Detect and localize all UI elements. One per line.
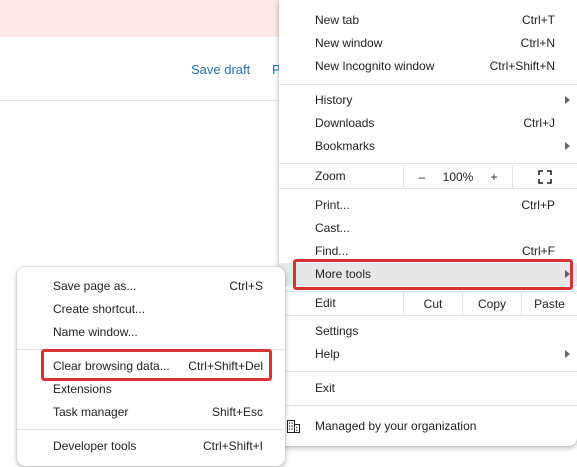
save-draft-link[interactable]: Save draft — [191, 62, 250, 77]
menu-item-label: Cast... — [315, 221, 350, 235]
chevron-right-icon — [565, 350, 570, 358]
menu-item-label: Extensions — [53, 382, 112, 396]
fullscreen-button[interactable] — [512, 165, 577, 188]
highlight-clear-browsing-data — [41, 349, 272, 381]
cut-button[interactable]: Cut — [403, 292, 462, 315]
menu-item-cast[interactable]: Cast... — [279, 217, 577, 240]
menu-item-label: New Incognito window — [315, 59, 435, 73]
zoom-level: 100% — [442, 169, 474, 184]
chevron-right-icon — [565, 142, 570, 150]
menu-item-settings[interactable]: Settings — [279, 320, 577, 343]
zoom-controls: – 100% + — [403, 165, 577, 188]
menu-separator — [279, 371, 577, 372]
menu-item-create-shortcut[interactable]: Create shortcut... — [17, 298, 285, 321]
menu-item-save-page[interactable]: Save page as... Ctrl+S — [17, 275, 285, 298]
menu-item-label: Managed by your organization — [315, 419, 477, 433]
menu-item-shortcut: Ctrl+S — [229, 279, 263, 293]
menu-item-new-tab[interactable]: New tab Ctrl+T — [279, 9, 577, 32]
menu-separator — [279, 188, 577, 189]
menu-item-label: Edit — [315, 296, 336, 310]
menu-item-downloads[interactable]: Downloads Ctrl+J — [279, 112, 577, 135]
menu-item-label: Zoom — [315, 169, 346, 183]
menu-item-exit[interactable]: Exit — [279, 377, 577, 400]
menu-item-label: Task manager — [53, 405, 129, 419]
menu-item-extensions[interactable]: Extensions — [17, 378, 285, 401]
edit-controls: Cut Copy Paste — [403, 292, 577, 315]
highlight-more-tools — [293, 259, 573, 290]
menu-item-edit: Edit Cut Copy Paste — [279, 292, 577, 315]
menu-item-label: Create shortcut... — [53, 302, 146, 316]
menu-item-help[interactable]: Help — [279, 343, 577, 366]
menu-item-shortcut: Ctrl+F — [522, 244, 555, 258]
menu-item-label: Name window... — [53, 325, 138, 339]
menu-separator — [279, 405, 577, 406]
menu-item-shortcut: Ctrl+Shift+I — [202, 439, 263, 453]
chrome-main-menu: New tab Ctrl+T New window Ctrl+N New Inc… — [279, 0, 577, 446]
menu-item-label: New window — [315, 36, 383, 50]
menu-item-zoom: Zoom – 100% + — [279, 165, 577, 188]
copy-button[interactable]: Copy — [462, 292, 521, 315]
menu-item-print[interactable]: Print... Ctrl+P — [279, 194, 577, 217]
menu-item-name-window[interactable]: Name window... — [17, 321, 285, 344]
menu-item-shortcut: Ctrl+P — [521, 198, 555, 212]
menu-item-label: Settings — [315, 324, 359, 338]
menu-item-managed[interactable]: Managed by your organization — [279, 415, 577, 438]
menu-item-label: Help — [315, 347, 340, 361]
menu-separator — [17, 429, 285, 430]
menu-item-label: Downloads — [315, 116, 375, 130]
menu-item-label: Bookmarks — [315, 139, 376, 153]
paste-button[interactable]: Paste — [521, 292, 577, 315]
menu-item-developer-tools[interactable]: Developer tools Ctrl+Shift+I — [17, 435, 285, 458]
menu-item-label: History — [315, 93, 353, 107]
menu-item-new-incognito[interactable]: New Incognito window Ctrl+Shift+N — [279, 55, 577, 78]
menu-separator — [279, 163, 577, 164]
fullscreen-icon — [538, 169, 552, 184]
zoom-in-button[interactable]: + — [476, 165, 512, 188]
menu-separator — [279, 315, 577, 316]
menu-item-label: Find... — [315, 244, 349, 258]
menu-item-shortcut: Ctrl+J — [523, 116, 555, 130]
menu-item-label: Save page as... — [53, 279, 137, 293]
menu-item-history[interactable]: History — [279, 89, 577, 112]
menu-item-shortcut: Ctrl+N — [520, 36, 555, 50]
menu-item-label: Developer tools — [53, 439, 137, 453]
menu-item-label: New tab — [315, 13, 360, 27]
menu-item-bookmarks[interactable]: Bookmarks — [279, 135, 577, 158]
building-icon — [287, 420, 300, 433]
menu-item-task-manager[interactable]: Task manager Shift+Esc — [17, 401, 285, 424]
menu-item-label: Print... — [315, 198, 350, 212]
menu-item-shortcut: Ctrl+T — [522, 13, 555, 27]
chevron-right-icon — [565, 96, 570, 104]
zoom-out-button[interactable]: – — [403, 165, 440, 188]
menu-item-new-window[interactable]: New window Ctrl+N — [279, 32, 577, 55]
menu-item-label: Exit — [315, 381, 336, 395]
menu-item-shortcut: Ctrl+Shift+N — [489, 59, 555, 73]
menu-item-shortcut: Shift+Esc — [211, 405, 263, 419]
menu-separator — [279, 84, 577, 85]
